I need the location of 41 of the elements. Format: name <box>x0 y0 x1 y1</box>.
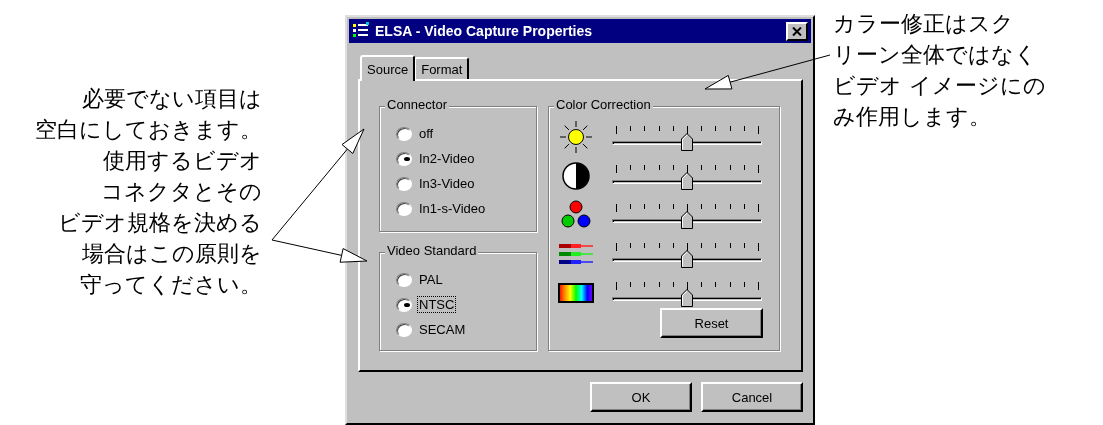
callout-text: カラー修正はスク リーン全体ではなく ビデオ イメージにの み作用します。 <box>833 10 1046 131</box>
radio-button[interactable] <box>396 272 412 287</box>
tab[interactable]: Format <box>414 57 470 79</box>
close-icon <box>792 26 802 36</box>
sun-icon <box>558 118 594 155</box>
cancel-button[interactable]: Cancel <box>701 382 803 412</box>
ok-button[interactable]: OK <box>590 382 692 412</box>
slider-thumb[interactable] <box>681 249 693 268</box>
slider-thumb[interactable] <box>681 171 693 190</box>
slider-track[interactable] <box>612 132 762 152</box>
radio-label[interactable]: In2-Video <box>418 151 476 166</box>
three-dots-icon <box>560 199 592 230</box>
half-circle-icon <box>561 160 591 191</box>
radio-button[interactable] <box>396 126 412 141</box>
app-icon <box>352 22 370 40</box>
radio-label[interactable]: PAL <box>418 272 444 287</box>
slider-track[interactable] <box>612 249 762 269</box>
radio-button[interactable] <box>396 201 412 216</box>
reset-button[interactable]: Reset <box>660 308 763 338</box>
radio-label[interactable]: off <box>418 126 435 141</box>
radio-label[interactable]: In3-Video <box>418 176 476 191</box>
callout-text: 必要でない項目は 空白にしておきます。 使用するビデオ コネクタとその ビデオ規格を決める 場合はこの原則を 守ってください。 <box>34 85 262 299</box>
radio-button[interactable] <box>396 322 412 337</box>
group-title: Video Standard <box>385 243 479 258</box>
slider-track[interactable] <box>612 288 762 308</box>
rainbow-icon <box>558 282 594 303</box>
window-title: ELSA - Video Capture Properties <box>375 23 594 39</box>
radio-label[interactable]: In1-s-Video <box>418 201 487 216</box>
slider-thumb[interactable] <box>681 132 693 151</box>
color-bars-icon <box>558 241 594 266</box>
slider-thumb[interactable] <box>681 210 693 229</box>
slider-track[interactable] <box>612 210 762 230</box>
group-title: Connector <box>385 97 449 112</box>
group-title: Color Correction <box>554 97 653 112</box>
slider-track[interactable] <box>612 171 762 191</box>
slider-thumb[interactable] <box>681 288 693 307</box>
radio-label[interactable]: NTSC <box>418 297 456 312</box>
tab[interactable]: Source <box>360 55 416 81</box>
close-button[interactable] <box>786 21 808 41</box>
radio-label[interactable]: SECAM <box>418 322 467 337</box>
radio-button[interactable] <box>396 297 412 312</box>
